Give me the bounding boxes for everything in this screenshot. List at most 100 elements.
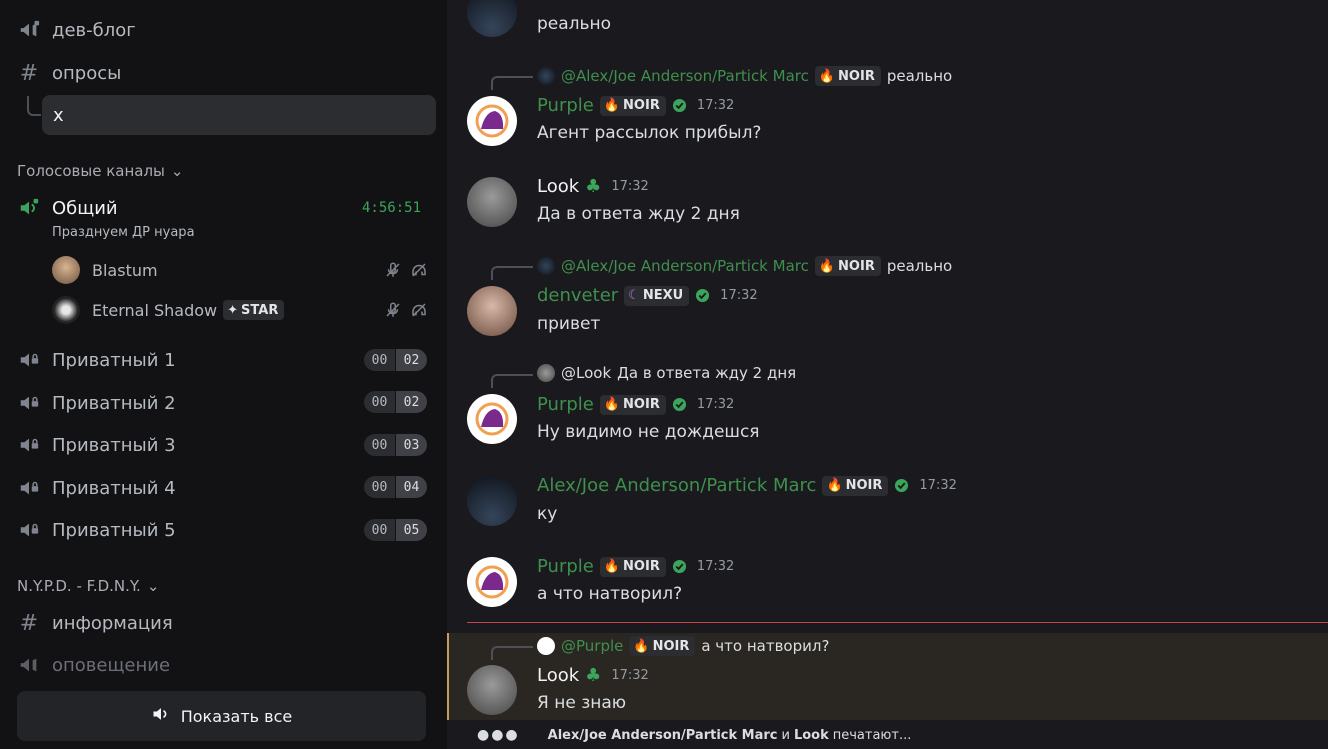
reply-text: Да в ответа жду 2 дня xyxy=(617,364,797,382)
reply-user: @Purple xyxy=(561,637,624,655)
avatar[interactable] xyxy=(467,177,517,227)
reply-connector xyxy=(491,646,533,660)
avatar[interactable] xyxy=(467,394,517,444)
server-tag: ✦ STAR xyxy=(223,300,285,320)
channel-label: опросы xyxy=(52,62,122,84)
username[interactable]: Look xyxy=(537,176,579,197)
count-current: 00 xyxy=(364,434,395,456)
star-icon: ✦ xyxy=(227,302,239,318)
verified-icon xyxy=(895,478,909,493)
reply-reference[interactable]: @Look Да в ответа жду 2 дня xyxy=(537,364,796,382)
message-header: @Alex/Joe Anderson/Partick Marc xyxy=(537,0,834,9)
channel-label: дев-блог xyxy=(52,19,136,41)
message-header: Purple 🔥 NOIR 17:32 xyxy=(537,394,734,415)
deafened-icon xyxy=(412,303,426,317)
show-all-label: Показать все xyxy=(180,706,293,726)
channel-label: Приватный 1 xyxy=(52,349,176,371)
message-text: Я не знаю xyxy=(537,693,627,713)
message-header: Purple 🔥 NOIR 17:32 xyxy=(537,95,734,116)
avatar xyxy=(537,637,555,655)
fire-icon: 🔥 xyxy=(603,397,621,412)
channel-label: Приватный 4 xyxy=(52,477,176,499)
voice-channel-private-1[interactable]: Приватный 1 xyxy=(17,344,176,376)
reply-connector xyxy=(491,266,533,280)
category-voice[interactable]: Голосовые каналы ⌄ xyxy=(17,162,183,180)
avatar xyxy=(537,364,555,382)
username[interactable]: Look xyxy=(537,665,579,686)
voice-channel-private-4[interactable]: Приватный 4 xyxy=(17,472,176,504)
typing-and: и xyxy=(781,727,790,743)
avatar[interactable] xyxy=(467,476,517,526)
megaphone-icon xyxy=(17,653,41,677)
channel-info[interactable]: # информация xyxy=(17,607,173,639)
thread-item-x[interactable]: x xyxy=(42,95,436,135)
channel-polls[interactable]: # опросы xyxy=(17,57,122,89)
fire-icon: 🔥 xyxy=(818,68,836,84)
tag-label: STAR xyxy=(241,302,279,318)
fire-icon: 🔥 xyxy=(603,98,621,113)
username[interactable]: Purple xyxy=(537,394,594,415)
server-tag: 🔥 NOIR xyxy=(599,556,666,577)
avatar[interactable] xyxy=(467,665,517,715)
category-nypd[interactable]: N.Y.P.D. - F.D.N.Y. ⌄ xyxy=(17,577,159,595)
channel-dev-blog[interactable]: дев-блог xyxy=(17,14,136,46)
verified-icon xyxy=(672,98,686,113)
voice-channel-private-5[interactable]: Приватный 5 xyxy=(17,514,176,546)
voice-channel-private-2[interactable]: Приватный 2 xyxy=(17,387,176,419)
channel-label: Приватный 2 xyxy=(52,392,176,414)
hash-icon: # xyxy=(19,60,39,86)
avatar[interactable] xyxy=(467,96,517,146)
message-text: Да в ответа жду 2 дня xyxy=(537,204,740,224)
message-text: Агент рассылок прибыл? xyxy=(537,123,762,143)
message-text: Ну видимо не дождешся xyxy=(537,422,760,442)
typing-dots-icon: ●●● xyxy=(477,727,520,743)
fire-icon: 🔥 xyxy=(818,258,836,274)
timestamp: 17:32 xyxy=(720,288,758,303)
verified-icon xyxy=(672,397,686,412)
timestamp: 17:32 xyxy=(611,668,649,683)
locked-speaker-icon xyxy=(17,348,41,372)
user-count-badge: 00 03 xyxy=(364,434,427,456)
voice-channel-general[interactable]: Общий xyxy=(17,192,118,224)
tag-label: NOIR xyxy=(838,258,875,274)
tag-label: NOIR xyxy=(623,559,660,574)
server-tag: 🔥 NOIR xyxy=(599,394,666,415)
clover-icon: ♣ xyxy=(585,176,602,197)
user-name: Blastum xyxy=(92,260,158,280)
message-text: реально xyxy=(537,14,612,34)
server-tag: 🔥 NOIR xyxy=(599,95,666,116)
user-count-badge: 00 04 xyxy=(364,476,427,498)
clover-icon: ♣ xyxy=(585,665,602,686)
voice-user-eternal-shadow[interactable]: Eternal Shadow ✦ STAR xyxy=(52,295,428,325)
show-all-button[interactable]: Показать все xyxy=(17,691,426,741)
channel-label: оповещение xyxy=(52,654,171,676)
username[interactable]: denveter xyxy=(537,285,618,306)
reply-reference[interactable]: @Alex/Joe Anderson/Partick Marc 🔥 NOIR ре… xyxy=(537,66,952,86)
message-header: Alex/Joe Anderson/Partick Marc 🔥 NOIR 17:… xyxy=(537,475,957,496)
hash-icon: # xyxy=(19,610,39,636)
avatar xyxy=(52,296,80,324)
count-current: 00 xyxy=(364,476,395,498)
username[interactable]: Alex/Joe Anderson/Partick Marc xyxy=(537,475,816,496)
username[interactable]: Purple xyxy=(537,556,594,577)
reply-reference[interactable]: @Purple 🔥 NOIR а что натворил? xyxy=(537,636,829,656)
tag-label: NOIR xyxy=(845,478,883,493)
voice-user-blastum[interactable]: Blastum xyxy=(52,255,428,285)
voice-channel-private-3[interactable]: Приватный 3 xyxy=(17,429,176,461)
avatar[interactable] xyxy=(467,286,517,336)
chevron-down-icon: ⌄ xyxy=(146,577,160,595)
channel-label: информация xyxy=(52,612,173,634)
username[interactable]: Purple xyxy=(537,95,594,116)
speaker-icon xyxy=(151,704,171,728)
thread-connector xyxy=(27,96,41,116)
reply-text: реально xyxy=(886,257,953,275)
reply-reference[interactable]: @Alex/Joe Anderson/Partick Marc 🔥 NOIR ре… xyxy=(537,256,952,276)
server-tag: ☾ NEXU xyxy=(624,285,690,306)
reply-text: реально xyxy=(886,67,953,85)
server-tag: 🔥 NOIR xyxy=(814,66,881,86)
channel-announcements[interactable]: оповещение xyxy=(17,649,170,681)
locked-speaker-icon xyxy=(17,391,41,415)
avatar[interactable] xyxy=(467,557,517,607)
message-header: Purple 🔥 NOIR 17:32 xyxy=(537,556,734,577)
locked-speaker-icon xyxy=(17,433,41,457)
